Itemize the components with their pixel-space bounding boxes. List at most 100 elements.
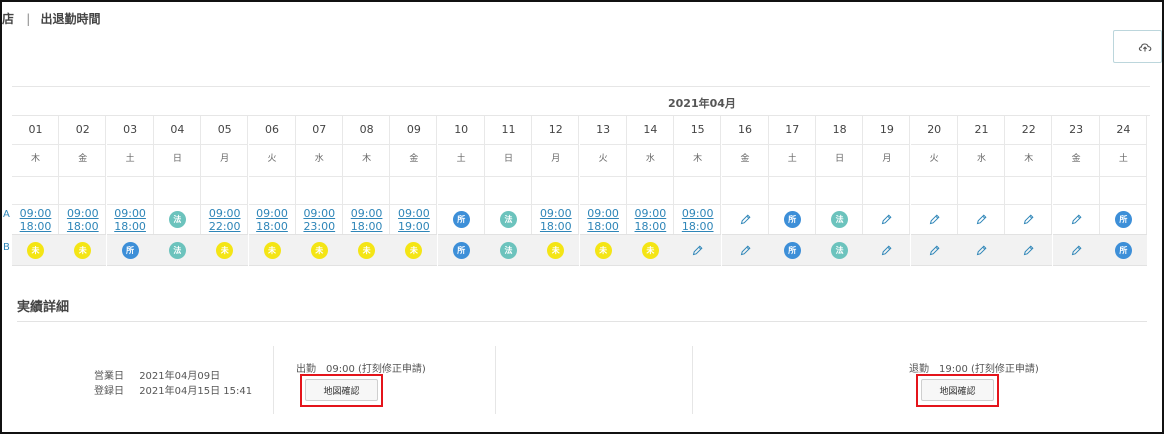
clock-out-map-button[interactable]: 地図確認 (921, 379, 994, 401)
day-number: 12 (532, 116, 580, 145)
upload-button[interactable] (1113, 30, 1162, 63)
status-badge[interactable]: 未 (594, 241, 612, 259)
clock-out-time: 18:00 (66, 219, 99, 233)
day-number: 22 (1005, 116, 1053, 145)
status-badge[interactable]: 法 (831, 241, 849, 259)
shift-cell-a: 09:00 19:00 (390, 204, 438, 234)
status-badge[interactable]: 未 (641, 241, 659, 259)
edit-shift-button[interactable] (739, 244, 752, 257)
edit-shift-button[interactable] (1070, 244, 1083, 257)
status-badge[interactable]: 未 (27, 241, 44, 259)
status-badge[interactable]: 法 (831, 211, 849, 228)
shift-time-link[interactable]: 09:00 18:00 (20, 207, 52, 233)
status-badge[interactable]: 未 (74, 241, 92, 259)
status-badge[interactable]: 所 (452, 241, 470, 259)
shift-cell-a: 法 (485, 204, 532, 234)
shift-time-link[interactable]: 09:00 18:00 (635, 207, 667, 233)
shift-time-link[interactable]: 09:00 18:00 (351, 207, 383, 233)
shift-time-link[interactable]: 09:00 22:00 (209, 207, 241, 233)
edit-shift-button[interactable] (1022, 213, 1035, 226)
weekday-label: 土 (437, 144, 485, 177)
clock-out-map-highlight: 地図確認 (916, 374, 999, 407)
shift-cell-b: 所 (1099, 234, 1147, 266)
status-badge[interactable]: 所 (783, 211, 801, 228)
detail-column-divider (692, 346, 693, 414)
status-badge[interactable]: 所 (1114, 241, 1132, 259)
shift-time-link[interactable]: 09:00 18:00 (114, 207, 146, 233)
clock-out-time: 18:00 (681, 219, 714, 233)
clock-in-info: 出勤 09:00 (打刻修正申請) (296, 364, 426, 375)
month-header: 2021年04月 (12, 86, 1150, 116)
shift-time-link[interactable]: 09:00 19:00 (398, 207, 430, 233)
edit-shift-button[interactable] (739, 213, 752, 226)
day-number: 07 (295, 116, 343, 145)
edit-shift-button[interactable] (928, 213, 941, 226)
shift-time-link[interactable]: 09:00 18:00 (540, 207, 572, 233)
edit-pencil-icon (882, 244, 892, 255)
day-column: 08 木 09:00 18:00 未 (343, 116, 391, 266)
shift-cell-b (958, 234, 1005, 266)
edit-pencil-icon (1024, 244, 1034, 255)
shift-time-link[interactable]: 09:00 23:00 (303, 207, 335, 233)
edit-pencil-icon (1071, 214, 1082, 225)
shift-cell-a: 09:00 18:00 (248, 204, 296, 234)
status-badge[interactable]: 未 (405, 241, 423, 259)
weekday-label: 月 (863, 144, 911, 177)
page-title: 店 | 出退勤時間 (2, 10, 100, 27)
status-badge[interactable]: 未 (216, 241, 234, 259)
edit-shift-button[interactable] (975, 213, 988, 226)
edit-shift-button[interactable] (880, 244, 893, 257)
status-badge[interactable]: 未 (358, 241, 376, 259)
edit-shift-button[interactable] (691, 244, 704, 257)
status-badge[interactable]: 所 (783, 241, 801, 259)
day-column: 13 火 09:00 18:00 未 (579, 116, 627, 266)
clock-in-map-button[interactable]: 地図確認 (305, 379, 378, 401)
spacer-cell (674, 176, 721, 204)
shift-cell-a (721, 204, 769, 234)
clock-in-time: 09:00 (398, 206, 430, 220)
edit-shift-button[interactable] (880, 213, 893, 226)
shift-cell-b: 未 (295, 234, 343, 266)
status-badge[interactable]: 法 (168, 241, 186, 259)
status-badge[interactable]: 法 (500, 211, 517, 228)
shift-cell-a (1052, 204, 1100, 234)
shift-time-link[interactable]: 09:00 18:00 (682, 207, 714, 233)
spacer-cell (107, 176, 154, 204)
status-badge[interactable]: 未 (263, 241, 281, 259)
status-badge[interactable]: 法 (168, 211, 186, 228)
status-badge[interactable]: 法 (500, 241, 517, 259)
day-column: 11 日法法 (485, 116, 532, 266)
shift-time-link[interactable]: 09:00 18:00 (587, 207, 619, 233)
shift-cell-b (910, 234, 958, 266)
day-column: 06 火 09:00 18:00 未 (248, 116, 296, 266)
weekday-label: 金 (59, 144, 107, 177)
status-badge[interactable]: 未 (310, 241, 328, 259)
shift-cell-a: 法 (153, 204, 201, 234)
status-badge[interactable]: 所 (452, 211, 470, 228)
shift-cell-b: 所 (437, 234, 485, 266)
edit-shift-button[interactable] (1070, 213, 1083, 226)
edit-shift-button[interactable] (928, 244, 941, 257)
shift-time-link[interactable]: 09:00 18:00 (67, 207, 99, 233)
edit-pencil-icon (929, 214, 940, 225)
clock-in-time: 09:00 (539, 206, 572, 220)
clock-in-time: 09:00 (208, 206, 241, 220)
edit-pencil-icon (740, 214, 751, 225)
clock-out-time: 18:00 (114, 219, 146, 233)
day-number: 01 (12, 116, 59, 145)
attendance-calendar: 2021年04月 01 木 09:00 18:00 未 02 金 09:00 18:00 未 03 土… (12, 86, 1150, 266)
status-badge[interactable]: 未 (547, 241, 565, 259)
shift-time-link[interactable]: 09:00 18:00 (256, 207, 288, 233)
shift-cell-b: 未 (532, 234, 580, 266)
shift-cell-a: 09:00 18:00 (106, 204, 154, 234)
status-badge[interactable]: 所 (121, 241, 139, 259)
spacer-cell (722, 176, 769, 204)
day-column: 12 月 09:00 18:00 未 (532, 116, 580, 266)
shift-cell-b (1052, 234, 1100, 266)
day-column: 01 木 09:00 18:00 未 (12, 116, 59, 266)
weekday-label: 木 (674, 144, 722, 177)
edit-shift-button[interactable] (1022, 244, 1035, 257)
edit-shift-button[interactable] (975, 244, 988, 257)
spacer-cell (958, 176, 1005, 204)
status-badge[interactable]: 所 (1114, 211, 1132, 228)
